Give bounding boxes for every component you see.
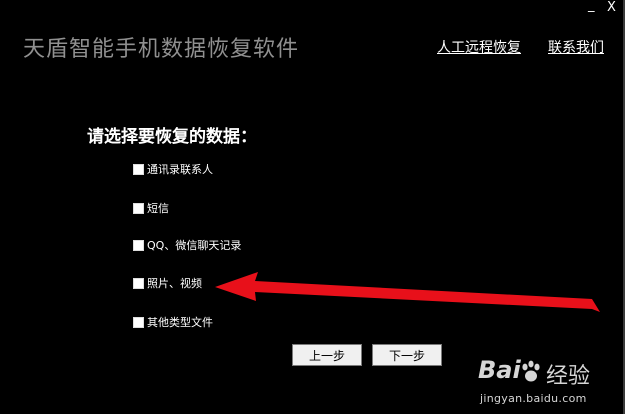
baidu-logo-text: Bai <box>478 356 521 384</box>
paw-icon <box>522 360 540 382</box>
red-arrow-annotation <box>215 272 600 312</box>
baidu-jingyan-watermark: Bai 经验 jingyan.baidu.com <box>476 354 621 410</box>
app-window: _ X 天盾智能手机数据恢复软件 人工远程恢复 联系我们 请选择要恢复的数据： … <box>0 0 625 414</box>
jingyan-text: 经验 <box>546 364 591 389</box>
watermark-url: jingyan.baidu.com <box>480 392 587 405</box>
